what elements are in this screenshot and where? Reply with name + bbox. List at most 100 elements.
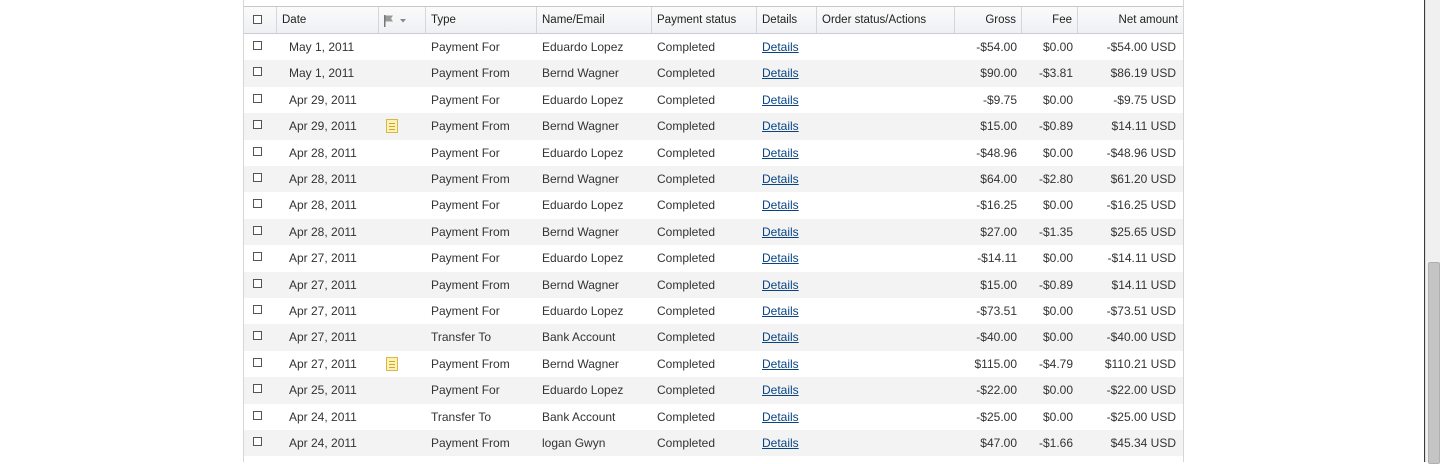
cell-type: Payment From	[431, 436, 510, 450]
row-checkbox[interactable]	[253, 252, 262, 262]
row-checkbox[interactable]	[253, 199, 262, 209]
header-payment-status[interactable]: Payment status	[652, 7, 757, 33]
details-link[interactable]: Details	[762, 87, 817, 113]
details-link[interactable]: Details	[762, 377, 817, 403]
table-row: Apr 29, 2011 Payment From Bernd Wagner Comp…	[244, 113, 1183, 140]
cell-date: May 1, 2011	[289, 40, 355, 54]
cell-date: Apr 27, 2011	[289, 251, 357, 266]
row-checkbox[interactable]	[253, 331, 262, 341]
cell-type: Transfer To	[431, 330, 492, 345]
cell-date: May 1, 2011	[289, 66, 355, 81]
cell-type: Payment For	[431, 92, 500, 107]
cell-fee: -$0.89	[1038, 119, 1073, 134]
cell-gross: -$22.00	[976, 383, 1017, 398]
details-link[interactable]: Details	[762, 324, 817, 350]
cell-fee: $0.00	[1042, 383, 1073, 398]
cell-name: Eduardo Lopez	[542, 383, 624, 398]
cell-status: Completed	[657, 436, 716, 450]
details-link[interactable]: Details	[762, 298, 817, 324]
row-checkbox[interactable]	[253, 384, 262, 394]
cell-name: Eduardo Lopez	[542, 145, 624, 160]
cell-gross: $64.00	[980, 172, 1017, 186]
row-checkbox[interactable]	[253, 225, 262, 235]
header-fee[interactable]: Fee	[1022, 7, 1078, 33]
cell-type: Payment For	[431, 145, 500, 160]
cell-status: Completed	[657, 172, 716, 186]
flag-dropdown-icon[interactable]	[383, 15, 409, 27]
cell-fee: $0.00	[1042, 251, 1073, 266]
table-row: Apr 27, 2011 Payment From Bernd Wagner Comp…	[244, 351, 1183, 377]
cell-status: Completed	[657, 145, 716, 160]
cell-date: Apr 28, 2011	[289, 224, 357, 239]
cell-net: $110.21 USD	[1104, 356, 1176, 371]
cell-status: Completed	[657, 251, 716, 266]
cell-net: -$9.75 USD	[1113, 92, 1176, 107]
row-checkbox[interactable]	[253, 93, 262, 103]
header-details: Details	[757, 7, 817, 33]
cell-net: -$14.11 USD	[1107, 251, 1176, 266]
cell-status: Completed	[657, 224, 716, 239]
details-link[interactable]: Details	[762, 192, 817, 218]
details-link[interactable]: Details	[762, 34, 817, 60]
cell-net: -$40.00 USD	[1106, 330, 1176, 345]
row-checkbox[interactable]	[253, 357, 262, 367]
table-row: May 1, 2011 Payment For Eduardo Lopez Compl…	[244, 34, 1183, 60]
header-net-amount[interactable]: Net amount	[1078, 7, 1183, 33]
cell-type: Payment From	[431, 277, 510, 292]
cell-fee: $0.00	[1042, 330, 1073, 345]
cell-type: Payment For	[431, 304, 500, 318]
vertical-scrollbar[interactable]	[1425, 0, 1440, 464]
cell-date: Apr 29, 2011	[289, 92, 357, 107]
details-link[interactable]: Details	[762, 272, 817, 298]
details-link[interactable]: Details	[762, 60, 817, 86]
cell-date: Apr 25, 2011	[289, 383, 357, 398]
row-checkbox[interactable]	[253, 67, 262, 77]
header-name-email[interactable]: Name/Email	[537, 7, 652, 33]
table-row: May 1, 2011 Payment From Bernd Wagner Compl…	[244, 60, 1183, 87]
row-checkbox[interactable]	[253, 305, 262, 314]
details-link[interactable]: Details	[762, 430, 817, 456]
header-type[interactable]: Type	[426, 7, 537, 33]
row-checkbox[interactable]	[253, 41, 262, 50]
details-link[interactable]: Details	[762, 219, 817, 245]
cell-name: Bernd Wagner	[542, 277, 619, 292]
details-link[interactable]: Details	[762, 245, 817, 271]
details-link[interactable]: Details	[762, 404, 817, 430]
header-date[interactable]: Date	[277, 7, 379, 33]
cell-type: Transfer To	[431, 409, 492, 424]
row-checkbox[interactable]	[253, 120, 262, 130]
cell-gross: -$73.51	[976, 304, 1017, 318]
cell-gross: $90.00	[980, 66, 1017, 81]
table-row: Apr 24, 2011 Payment From logan Gwyn Comple…	[244, 430, 1183, 457]
note-icon[interactable]	[386, 119, 398, 134]
details-link[interactable]: Details	[762, 351, 817, 377]
cell-type: Payment For	[431, 251, 500, 266]
cell-gross: -$16.25	[976, 198, 1017, 213]
row-checkbox[interactable]	[253, 173, 262, 182]
header-flag-cell[interactable]	[379, 7, 426, 33]
cell-fee: $0.00	[1042, 145, 1073, 160]
cell-name: Eduardo Lopez	[542, 251, 624, 266]
row-checkbox[interactable]	[253, 410, 262, 420]
details-link[interactable]: Details	[762, 113, 817, 139]
cell-name: Bank Account	[542, 330, 616, 345]
cell-net: $45.34 USD	[1110, 436, 1176, 450]
table-header: Date Type Name/Email Payment status Deta…	[244, 7, 1183, 34]
scrollbar-thumb[interactable]	[1428, 262, 1440, 464]
row-checkbox[interactable]	[253, 146, 262, 156]
cell-fee: $0.00	[1042, 409, 1073, 424]
cell-type: Payment From	[431, 172, 510, 186]
table-row: Apr 27, 2011 Payment From Bernd Wagner Comp…	[244, 271, 1183, 298]
details-link[interactable]: Details	[762, 166, 817, 192]
details-link[interactable]: Details	[762, 140, 817, 166]
header-gross[interactable]: Gross	[955, 7, 1022, 33]
row-checkbox[interactable]	[253, 437, 262, 446]
cell-fee: $0.00	[1042, 40, 1073, 54]
cell-fee: -$2.80	[1038, 172, 1073, 186]
note-icon[interactable]	[386, 356, 398, 371]
select-all-checkbox[interactable]	[253, 15, 262, 24]
table-row: Apr 28, 2011 Payment From Bernd Wagner Comp…	[244, 166, 1183, 193]
table-row: Apr 29, 2011 Payment For Eduardo Lopez Comp…	[244, 87, 1183, 113]
cell-gross: -$40.00	[976, 330, 1017, 345]
row-checkbox[interactable]	[253, 278, 262, 288]
